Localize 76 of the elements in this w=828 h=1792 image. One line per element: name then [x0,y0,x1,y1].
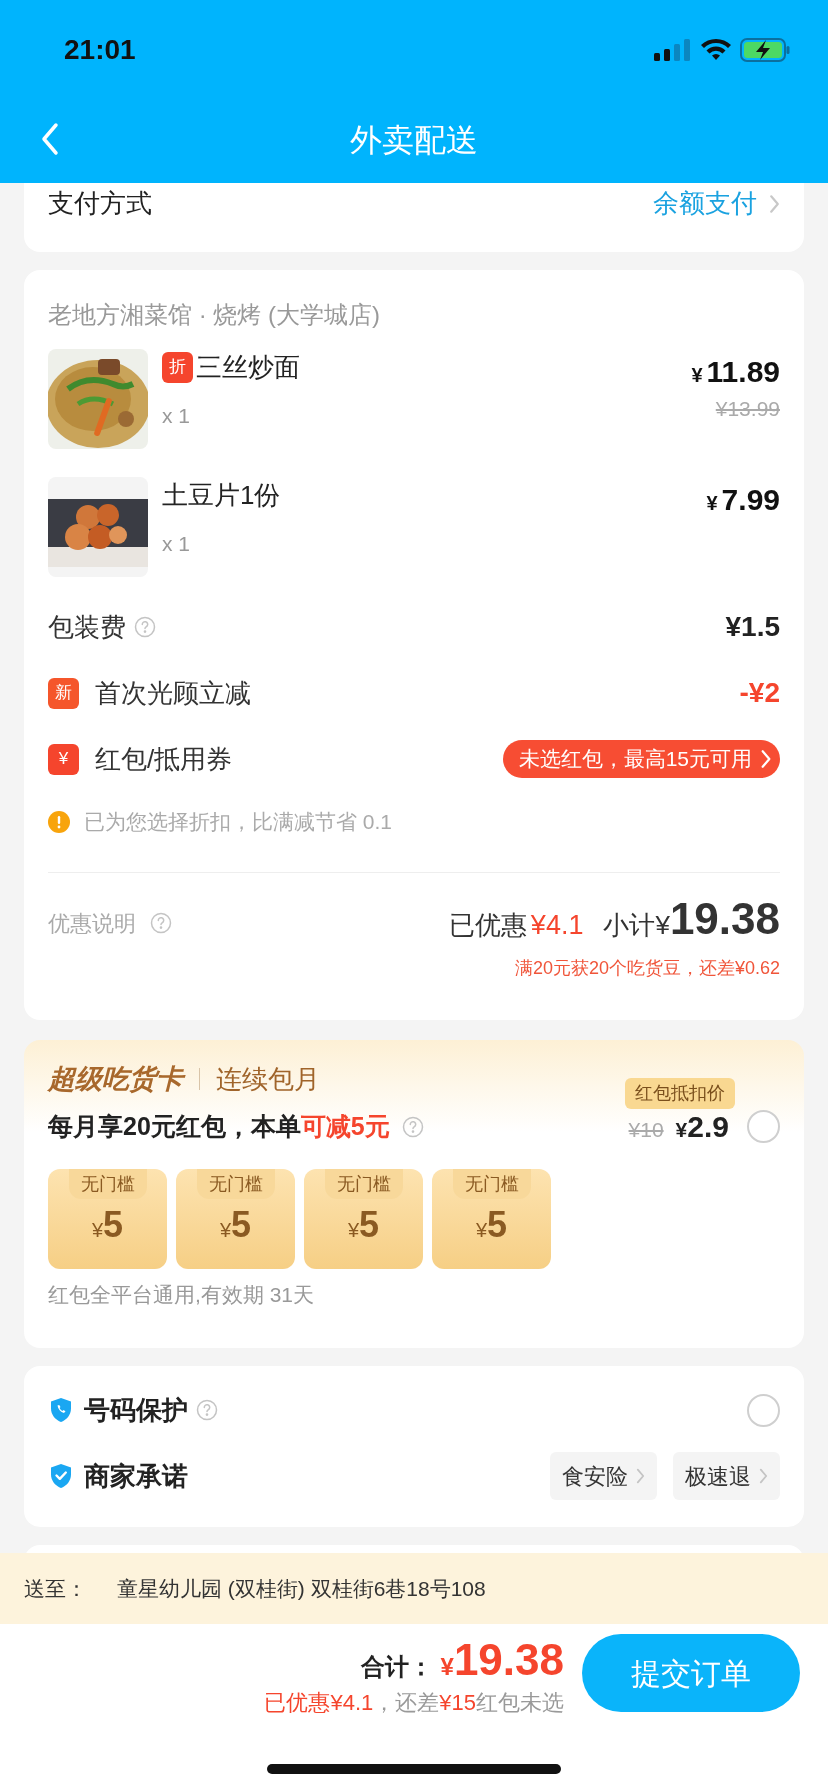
chevron-right-icon [769,193,780,214]
help-icon[interactable] [150,912,172,934]
total-amount: 19.38 [453,1634,564,1686]
total-label: 合计： [360,1652,433,1682]
battery-charging-icon [740,38,790,62]
price-tooltip: 红包抵扣价 [625,1078,735,1109]
item-quantity: x 1 [162,403,191,429]
savings-note: 已优惠¥4.1，还差¥15红包未选 [264,1689,564,1717]
fee-amount: ¥1.5 [725,610,780,644]
service-label: 商家承诺 [84,1459,188,1493]
chevron-right-icon [760,749,772,769]
payment-card[interactable]: 支付方式 余额支付 [24,183,804,252]
help-icon[interactable] [401,1115,424,1138]
warning-icon [48,811,70,833]
currency-symbol: ¥ [91,1219,104,1243]
subtotal-label: 小计 [603,909,656,942]
shield-check-icon [48,1462,74,1490]
address-label: 送至： [24,1575,87,1602]
discount-notice: 已为您选择折扣，比满减节省 0.1 [84,809,393,836]
radio-button[interactable] [747,1110,780,1143]
currency-symbol: ¥ [475,1219,488,1243]
voucher-amount: 5 [487,1203,508,1247]
back-icon[interactable] [40,122,60,156]
chevron-right-icon [636,1467,645,1485]
item-quantity: x 1 [162,531,191,557]
currency-symbol: ¥ [219,1219,232,1243]
voucher-validity: 红包全平台通用,有效期 31天 [48,1282,316,1308]
voucher-label: 无门槛 [324,1169,403,1199]
chevron-right-icon [759,1467,768,1485]
wifi-icon [700,38,732,62]
badge: 新 [48,677,79,709]
offer-text: 每月享20元红包，本单可减5元 [48,1110,390,1142]
currency-symbol: ¥ [706,491,718,516]
item-name: 土豆片1份 [162,478,281,512]
status-time: 21:01 [64,33,136,67]
discount-info-label: 优惠说明 [48,909,136,938]
service-label: 号码保护 [84,1393,188,1427]
original-price: ¥13.99 [715,396,780,422]
currency-symbol: ¥ [691,363,703,388]
fee-label: 红包/抵用券 [95,742,233,776]
currency-symbol: ¥ [675,1118,688,1143]
currency-symbol: ¥ [655,910,670,942]
voucher-label: 无门槛 [196,1169,275,1199]
plan-label: 连续包月 [216,1062,320,1096]
guarantee-tag[interactable]: 极速退 [673,1452,780,1500]
voucher-amount: 5 [103,1203,124,1247]
voucher-label: 无门槛 [452,1169,531,1199]
fee-label: 首次光顾立减 [95,676,251,710]
item-price: 11.89 [706,354,780,390]
old-price: ¥10 [628,1117,664,1143]
discount-amount: -¥2 [739,676,780,710]
radio-button[interactable] [747,1393,780,1427]
reward-note: 满20元获20个吃货豆，还差¥0.62 [514,957,780,980]
card-price: 2.9 [687,1109,729,1145]
subtotal-amount: 19.38 [669,893,780,945]
voucher-label: 无门槛 [68,1169,147,1199]
item-name: 三丝炒面 [196,350,300,384]
shop-name: 老地方湘菜馆 · 烧烤 (大学城店) [48,300,381,330]
help-icon[interactable] [196,1399,218,1421]
saved-amount: ¥4.1 [530,909,584,942]
signal-icon [654,39,692,61]
help-icon[interactable] [134,616,156,638]
page-title: 外卖配送 [350,120,478,160]
delivery-address: 童星幼儿园 (双桂街) 双桂街6巷18号108 [117,1575,486,1602]
shield-phone-icon [48,1396,74,1424]
guarantee-tag[interactable]: 食安险 [550,1452,657,1500]
fee-label: 包装费 [48,610,126,644]
saved-label: 已优惠 [448,909,527,942]
currency-symbol: ¥ [440,1653,454,1682]
currency-symbol: ¥ [347,1219,360,1243]
voucher-amount: 5 [231,1203,252,1247]
payment-label: 支付方式 [48,187,152,220]
voucher-amount: 5 [359,1203,380,1247]
badge: ¥ [48,743,79,775]
item-price: 7.99 [721,482,780,518]
discount-badge: 折 [162,351,193,383]
